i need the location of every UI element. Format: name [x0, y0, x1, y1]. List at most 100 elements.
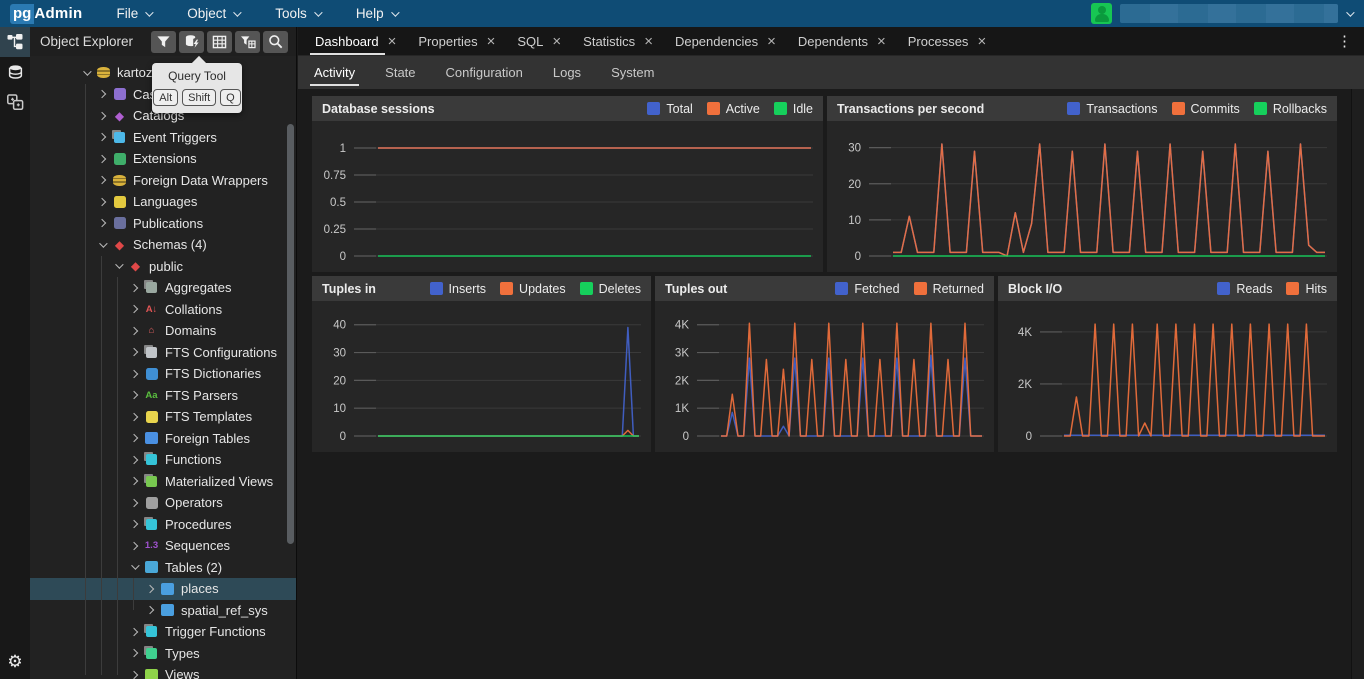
tooltip-title: Query Tool — [159, 69, 235, 83]
chevron-down-icon — [233, 8, 241, 16]
tab-dependents[interactable]: Dependents× — [787, 27, 897, 55]
subtab-configuration[interactable]: Configuration — [446, 56, 523, 89]
tree-expand-chevron[interactable] — [95, 130, 109, 144]
tab-close-icon[interactable]: × — [388, 34, 397, 49]
tree-item-fts-configurations[interactable]: FTS Configurations — [30, 342, 296, 364]
tree-item-label: Operators — [165, 495, 223, 510]
tab-close-icon[interactable]: × — [644, 34, 653, 49]
chart-legend: TransactionsCommitsRollbacks — [1067, 102, 1327, 116]
tree-item-spatial-ref-sys[interactable]: spatial_ref_sys — [30, 600, 296, 622]
processes-strip-button[interactable] — [0, 87, 30, 117]
tree-item-tables-2[interactable]: Tables (2) — [30, 557, 296, 579]
search-button[interactable] — [263, 31, 288, 53]
tab-close-icon[interactable]: × — [977, 34, 986, 49]
tree-expand-chevron[interactable] — [127, 431, 141, 445]
tree-item-event-triggers[interactable]: Event Triggers — [30, 127, 296, 149]
sidebar-scrollbar[interactable] — [287, 124, 294, 544]
tree-expand-chevron[interactable] — [127, 517, 141, 531]
tree-expand-chevron[interactable] — [95, 173, 109, 187]
tree-item-fts-parsers[interactable]: AaFTS Parsers — [30, 385, 296, 407]
fts-dictionaries-icon — [144, 366, 159, 381]
tree-item-extensions[interactable]: Extensions — [30, 148, 296, 170]
tree-expand-chevron[interactable] — [127, 496, 141, 510]
filter-button[interactable] — [151, 31, 176, 53]
tree-expand-chevron[interactable] — [95, 195, 109, 209]
subtab-system[interactable]: System — [611, 56, 654, 89]
settings-gear-button[interactable]: ⚙ — [0, 649, 30, 675]
tab-dashboard[interactable]: Dashboard× — [304, 27, 407, 55]
tree-expand-chevron[interactable] — [127, 388, 141, 402]
tree-item-trigger-functions[interactable]: Trigger Functions — [30, 621, 296, 643]
main-scrollbar-gutter[interactable] — [1351, 89, 1364, 679]
tree-item-foreign-tables[interactable]: Foreign Tables — [30, 428, 296, 450]
tab-processes[interactable]: Processes× — [897, 27, 997, 55]
dashboard-strip-button[interactable] — [0, 57, 30, 87]
object-explorer-strip-button[interactable] — [0, 27, 30, 57]
menu-tools[interactable]: Tools — [275, 6, 320, 21]
tree-item-publications[interactable]: Publications — [30, 213, 296, 235]
tree-expand-chevron[interactable] — [127, 474, 141, 488]
tree-item-domains[interactable]: ⌂Domains — [30, 320, 296, 342]
view-data-button[interactable] — [207, 31, 232, 53]
tree-item-languages[interactable]: Languages — [30, 191, 296, 213]
subtab-logs[interactable]: Logs — [553, 56, 581, 89]
tree-expand-chevron[interactable] — [127, 302, 141, 316]
tree-expand-chevron[interactable] — [143, 582, 157, 596]
tree-item-views[interactable]: Views — [30, 664, 296, 679]
types-icon — [144, 646, 159, 661]
tab-statistics[interactable]: Statistics× — [572, 27, 664, 55]
tree-expand-chevron[interactable] — [127, 345, 141, 359]
tab-sql[interactable]: SQL× — [506, 27, 572, 55]
tree-item-functions[interactable]: Functions — [30, 449, 296, 471]
filtered-rows-button[interactable] — [235, 31, 260, 53]
tree-item-collations[interactable]: A↓Collations — [30, 299, 296, 321]
tab-close-icon[interactable]: × — [877, 34, 886, 49]
tree-item-operators[interactable]: Operators — [30, 492, 296, 514]
subtab-activity[interactable]: Activity — [314, 56, 355, 89]
tree-item-materialized-views[interactable]: Materialized Views — [30, 471, 296, 493]
tree-item-places[interactable]: places — [30, 578, 296, 600]
tree-item-fts-templates[interactable]: FTS Templates — [30, 406, 296, 428]
tree-item-aggregates[interactable]: Aggregates — [30, 277, 296, 299]
query-tool-button[interactable] — [179, 31, 204, 53]
tree-expand-chevron[interactable] — [127, 410, 141, 424]
tree-expand-chevron[interactable] — [127, 646, 141, 660]
subtab-state[interactable]: State — [385, 56, 415, 89]
tree-expand-chevron[interactable] — [127, 453, 141, 467]
tab-close-icon[interactable]: × — [552, 34, 561, 49]
tree-item-types[interactable]: Types — [30, 643, 296, 665]
tree-expand-chevron[interactable] — [95, 109, 109, 123]
tree-expand-chevron[interactable] — [95, 87, 109, 101]
tab-close-icon[interactable]: × — [487, 34, 496, 49]
tree-expand-chevron[interactable] — [95, 152, 109, 166]
tree-item-procedures[interactable]: Procedures — [30, 514, 296, 536]
tree-item-sequences[interactable]: 1.3Sequences — [30, 535, 296, 557]
kebab-menu-icon[interactable]: ⋮ — [1337, 27, 1364, 55]
tree-collapse-chevron[interactable] — [95, 238, 109, 252]
menu-file[interactable]: File — [117, 6, 152, 21]
tree-expand-chevron[interactable] — [127, 367, 141, 381]
tree-expand-chevron[interactable] — [127, 668, 141, 679]
tree-collapse-chevron[interactable] — [111, 259, 125, 273]
tab-close-icon[interactable]: × — [767, 34, 776, 49]
menu-object[interactable]: Object — [187, 6, 239, 21]
tab-dependencies[interactable]: Dependencies× — [664, 27, 787, 55]
tree-item-public[interactable]: ◆public — [30, 256, 296, 278]
tree-item-label: Foreign Data Wrappers — [133, 173, 268, 188]
tree-collapse-chevron[interactable] — [79, 66, 93, 80]
user-menu[interactable] — [1091, 3, 1352, 24]
tree-item-foreign-data-wrappers[interactable]: Foreign Data Wrappers — [30, 170, 296, 192]
tree-expand-chevron[interactable] — [127, 539, 141, 553]
tree-expand-chevron[interactable] — [127, 625, 141, 639]
tree-expand-chevron[interactable] — [95, 216, 109, 230]
tree-collapse-chevron[interactable] — [127, 560, 141, 574]
charts-row-2: Tuples inInsertsUpdatesDeletes403020100T… — [312, 276, 1337, 452]
tab-properties[interactable]: Properties× — [407, 27, 506, 55]
tree-expand-chevron[interactable] — [127, 281, 141, 295]
tree-item-fts-dictionaries[interactable]: FTS Dictionaries — [30, 363, 296, 385]
menu-help[interactable]: Help — [356, 6, 397, 21]
tree-expand-chevron[interactable] — [143, 603, 157, 617]
tree-expand-chevron[interactable] — [127, 324, 141, 338]
tree-item-schemas-4[interactable]: ◆Schemas (4) — [30, 234, 296, 256]
foreign-tables-icon — [144, 431, 159, 446]
